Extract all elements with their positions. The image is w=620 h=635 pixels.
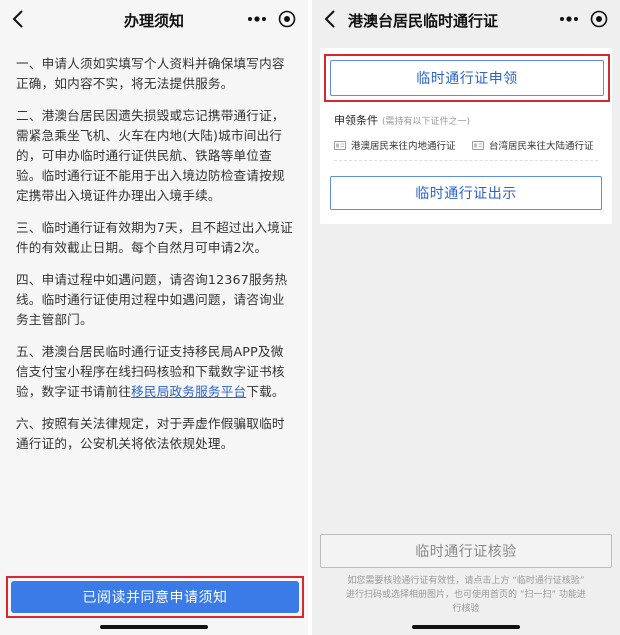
cert-label: 台湾居民来往大陆通行证	[489, 141, 594, 152]
notice-item: 五、港澳台居民临时通行证支持移民局APP及微信支付宝小程序在线扫码核验和下载数字…	[16, 342, 296, 402]
agree-button[interactable]: 已阅读并同意申请须知	[11, 581, 299, 613]
verify-button[interactable]: 临时通行证核验	[320, 534, 612, 568]
more-dots-icon[interactable]	[246, 11, 268, 27]
notice-screen: 办理须知 一、申请人须如实填写个人资料并确保填写内容正确，如内容不实，将无法提供…	[0, 0, 308, 635]
apply-button[interactable]: 临时通行证申领	[330, 60, 604, 96]
show-button[interactable]: 临时通行证出示	[330, 176, 602, 210]
conditions-label: 申领条件	[334, 114, 378, 127]
conditions-heading: 申领条件 (需持有以下证件之一)	[334, 112, 470, 128]
notice-list: 一、申请人须如实填写个人资料并确保填写内容正确，如内容不实，将无法提供服务。 二…	[16, 54, 296, 466]
immigration-platform-link[interactable]: 移民局政务服务平台	[131, 384, 246, 399]
verify-hint: 如您需要核验通行证有效性，请点击上方 “临时通行证核验” 进行扫码或选择相册图片…	[345, 576, 587, 614]
cert-taiwan: 台湾居民来往大陆通行证	[472, 138, 594, 152]
id-card-icon	[334, 140, 346, 150]
apply-highlight: 临时通行证申领	[324, 54, 610, 102]
temp-pass-screen: 港澳台居民临时通行证 临时通行证申领 申领条件 (需持有以下证件之一) 港澳居民来…	[312, 0, 620, 635]
agree-highlight: 已阅读并同意申请须知	[6, 576, 304, 618]
nav-bar: 港澳台居民临时通行证	[312, 0, 620, 40]
target-icon[interactable]	[590, 10, 608, 28]
temp-pass-card: 临时通行证申领 申领条件 (需持有以下证件之一) 港澳居民来往内地通行证 台湾居民…	[320, 48, 612, 224]
notice-item: 六、按照有关法律规定，对于弄虚作假骗取临时通行证的，公安机关将依法依规处理。	[16, 416, 285, 451]
notice-item: 二、港澳台居民因遗失损毁或忘记携带通行证，需紧急乘坐飞机、火车在内地(大陆)城市…	[16, 108, 285, 203]
cert-label: 港澳居民来往内地通行证	[351, 141, 456, 152]
show-button-wrap: 临时通行证出示	[330, 176, 602, 210]
id-card-icon	[472, 140, 484, 150]
back-arrow-icon[interactable]	[322, 8, 340, 30]
notice-item: 三、临时通行证有效期为7天，且不超过出入境证件的有效截止日期。每个自然月可申请2…	[16, 220, 293, 255]
cert-hk-macao: 港澳居民来往内地通行证	[334, 138, 456, 152]
home-indicator	[100, 625, 208, 629]
home-indicator	[412, 625, 520, 629]
divider	[334, 160, 598, 161]
notice-item: 四、申请过程中如遇问题，请咨询12367服务热线。临时通行证使用过程中如遇问题，…	[16, 272, 288, 327]
conditions-note: (需持有以下证件之一)	[382, 117, 471, 127]
page-title: 港澳台居民临时通行证	[348, 12, 499, 30]
target-icon[interactable]	[278, 10, 296, 28]
nav-bar: 办理须知	[0, 0, 308, 40]
notice-item: 一、申请人须如实填写个人资料并确保填写内容正确，如内容不实，将无法提供服务。	[16, 56, 285, 91]
notice-text: 下载。	[246, 384, 285, 399]
more-dots-icon[interactable]	[558, 11, 580, 27]
